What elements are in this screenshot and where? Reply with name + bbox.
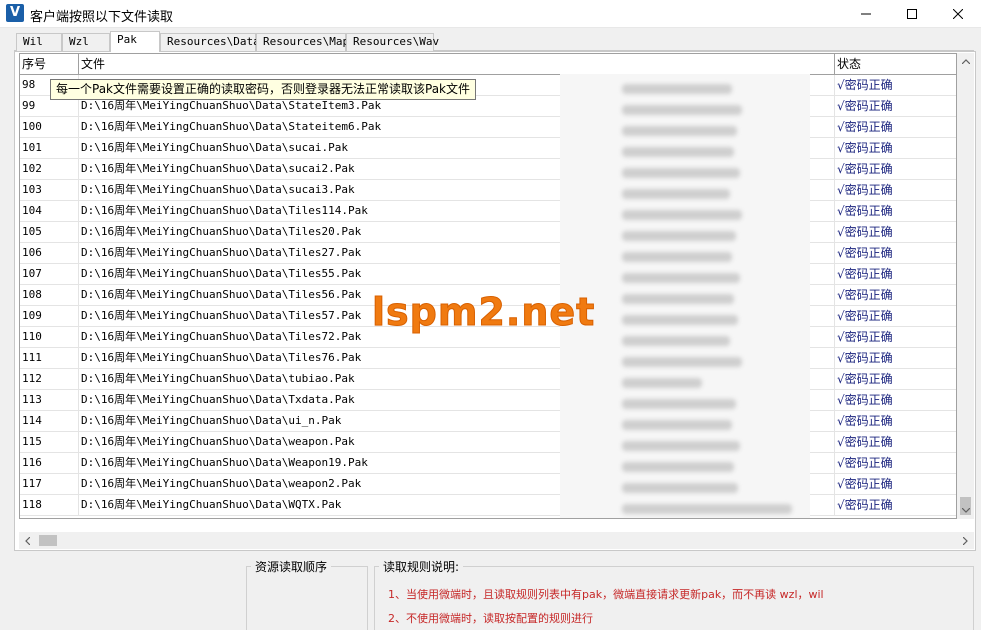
scroll-up-icon[interactable] [957, 53, 974, 70]
table-row[interactable]: 112 D:\16周年\MeiYingChuanShuo\Data\tubiao.… [20, 369, 956, 390]
header-file[interactable]: 文件 [79, 54, 835, 75]
row-index: 116 [20, 453, 79, 474]
row-status: √密码正确 [837, 435, 893, 449]
rules-label: 读取规则说明: [379, 559, 464, 575]
rule-line-1: 1、当使用微端时，且读取规则列表中有pak，微端直接请求更新pak，而不再读 w… [388, 588, 824, 601]
row-status: √密码正确 [837, 225, 893, 239]
row-index: 105 [20, 222, 79, 243]
row-status: √密码正确 [837, 393, 893, 407]
row-index: 108 [20, 285, 79, 306]
row-index: 109 [20, 306, 79, 327]
horizontal-scroll-thumb[interactable] [39, 535, 57, 546]
row-index: 111 [20, 348, 79, 369]
title-bar: V 客户端按照以下文件读取 [0, 0, 981, 28]
row-index: 106 [20, 243, 79, 264]
window-title: 客户端按照以下文件读取 [30, 10, 174, 25]
row-status: √密码正确 [837, 267, 893, 281]
pak-file-grid[interactable]: 序号 文件 状态 98 √密码正确 99 D:\16周年\MeiYingChuanSh… [19, 53, 957, 519]
tab-pak[interactable]: Pak [110, 31, 160, 52]
row-index: 113 [20, 390, 79, 411]
table-row[interactable]: 116 D:\16周年\MeiYingChuanShuo\Data\Weapon1… [20, 453, 956, 474]
maximize-icon [907, 9, 917, 19]
resource-order-group: 资源读取顺序 [246, 559, 368, 630]
table-row[interactable]: 111 D:\16周年\MeiYingChuanShuo\Data\Tiles76… [20, 348, 956, 369]
table-row[interactable]: 118 D:\16周年\MeiYingChuanShuo\Data\WQTX.Pa… [20, 495, 956, 516]
tab-resources-map[interactable]: Resources\Map [256, 33, 349, 51]
tab-resources-wav[interactable]: Resources\Wav [346, 33, 439, 51]
row-status: √密码正确 [837, 78, 893, 92]
table-row[interactable]: 103 D:\16周年\MeiYingChuanShuo\Data\sucai3.… [20, 180, 956, 201]
table-row[interactable]: 101 D:\16周年\MeiYingChuanShuo\Data\sucai.P… [20, 138, 956, 159]
table-row[interactable]: 117 D:\16周年\MeiYingChuanShuo\Data\weapon2… [20, 474, 956, 495]
row-index: 103 [20, 180, 79, 201]
row-index: 118 [20, 495, 79, 516]
redacted-column [560, 74, 810, 518]
tab-strip: Wil Wzl Pak Resources\Data Resources\Map… [14, 31, 974, 52]
header-status[interactable]: 状态 [835, 54, 956, 75]
rule-line-2: 2、不使用微端时，读取按配置的规则进行 [388, 612, 593, 625]
row-index: 101 [20, 138, 79, 159]
horizontal-scrollbar[interactable] [19, 532, 974, 549]
vertical-scrollbar[interactable] [957, 53, 974, 519]
row-index: 112 [20, 369, 79, 390]
tab-wil[interactable]: Wil [16, 33, 62, 51]
table-row[interactable]: 115 D:\16周年\MeiYingChuanShuo\Data\weapon.… [20, 432, 956, 453]
table-row[interactable]: 100 D:\16周年\MeiYingChuanShuo\Data\Stateit… [20, 117, 956, 138]
close-icon [953, 9, 963, 19]
table-row[interactable]: 106 D:\16周年\MeiYingChuanShuo\Data\Tiles27… [20, 243, 956, 264]
pak-password-tooltip: 每一个Pak文件需要设置正确的读取密码，否则登录器无法正常读取该Pak文件 [50, 79, 476, 100]
scroll-down-icon[interactable] [957, 502, 974, 519]
table-row[interactable]: 113 D:\16周年\MeiYingChuanShuo\Data\Txdata.… [20, 390, 956, 411]
row-index: 117 [20, 474, 79, 495]
row-status: √密码正确 [837, 120, 893, 134]
tab-wzl[interactable]: Wzl [62, 33, 110, 51]
row-index: 115 [20, 432, 79, 453]
table-row[interactable]: 107 D:\16周年\MeiYingChuanShuo\Data\Tiles55… [20, 264, 956, 285]
row-status: √密码正确 [837, 309, 893, 323]
row-index: 114 [20, 411, 79, 432]
app-icon: V [6, 4, 24, 22]
row-status: √密码正确 [837, 246, 893, 260]
row-index: 100 [20, 117, 79, 138]
row-status: √密码正确 [837, 330, 893, 344]
table-row[interactable]: 104 D:\16周年\MeiYingChuanShuo\Data\Tiles11… [20, 201, 956, 222]
maximize-button[interactable] [889, 0, 935, 28]
row-index: 102 [20, 159, 79, 180]
row-status: √密码正确 [837, 456, 893, 470]
row-status: √密码正确 [837, 414, 893, 428]
row-status: √密码正确 [837, 477, 893, 491]
row-status: √密码正确 [837, 183, 893, 197]
row-status: √密码正确 [837, 141, 893, 155]
scroll-right-icon[interactable] [957, 532, 974, 549]
minimize-icon [861, 13, 871, 15]
row-status: √密码正确 [837, 99, 893, 113]
scroll-left-icon[interactable] [19, 532, 36, 549]
row-index: 107 [20, 264, 79, 285]
watermark-text: lspm2.net [371, 290, 596, 335]
row-status: √密码正确 [837, 351, 893, 365]
header-index[interactable]: 序号 [20, 54, 79, 75]
row-status: √密码正确 [837, 162, 893, 176]
bottom-section: 资源读取顺序 读取规则说明: 1、当使用微端时，且读取规则列表中有pak，微端直… [14, 556, 974, 630]
table-row[interactable]: 114 D:\16周年\MeiYingChuanShuo\Data\ui_n.Pa… [20, 411, 956, 432]
resource-order-label: 资源读取顺序 [251, 559, 332, 575]
close-button[interactable] [935, 0, 981, 28]
minimize-button[interactable] [843, 0, 889, 28]
row-status: √密码正确 [837, 372, 893, 386]
row-index: 104 [20, 201, 79, 222]
row-status: √密码正确 [837, 204, 893, 218]
table-row[interactable]: 105 D:\16周年\MeiYingChuanShuo\Data\Tiles20… [20, 222, 956, 243]
row-status: √密码正确 [837, 288, 893, 302]
grid-header: 序号 文件 状态 [20, 54, 956, 75]
tab-resources-data[interactable]: Resources\Data [160, 33, 260, 51]
row-status: √密码正确 [837, 498, 893, 512]
table-row[interactable]: 102 D:\16周年\MeiYingChuanShuo\Data\sucai2.… [20, 159, 956, 180]
row-index: 110 [20, 327, 79, 348]
